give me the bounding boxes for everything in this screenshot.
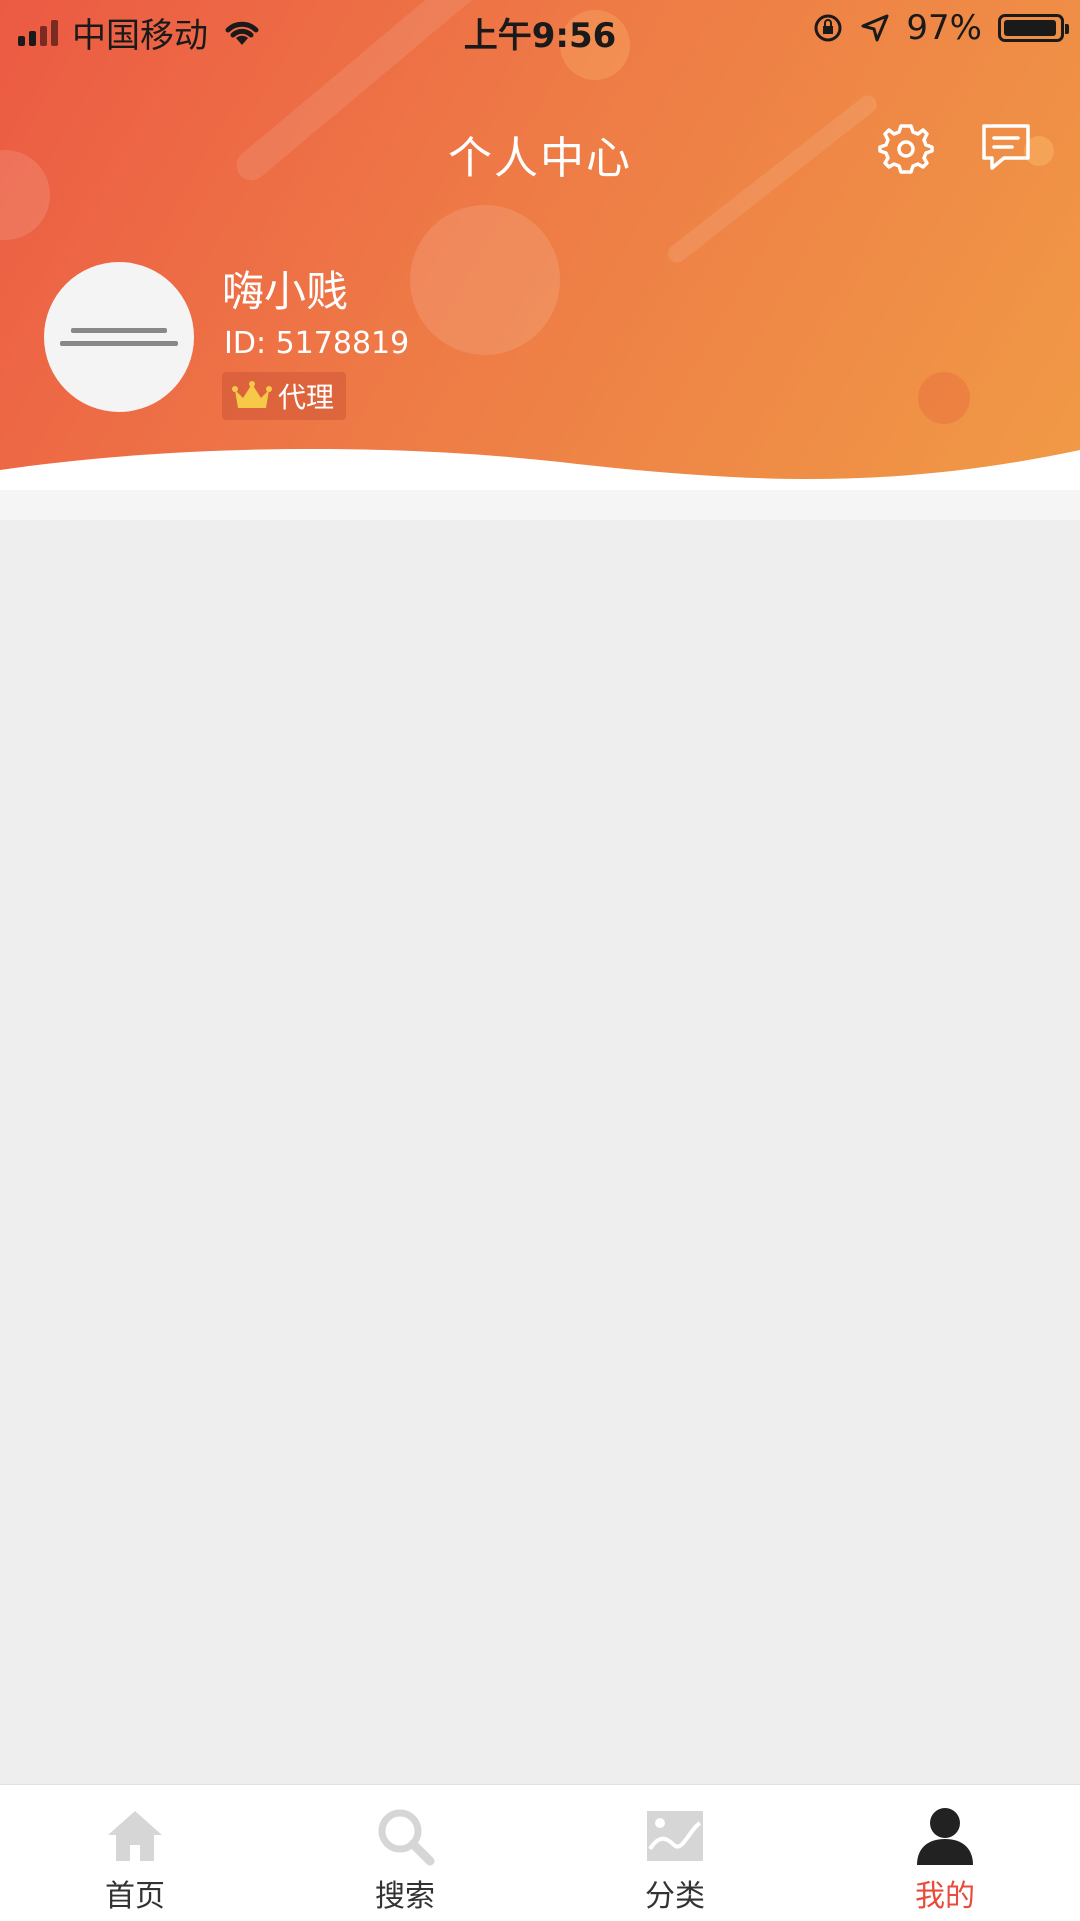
tab-category-label: 分类 [645,1879,705,1914]
role-badge: 代理 [222,372,347,420]
user-name: 嗨小贱 [222,267,349,316]
location-arrow-icon [861,14,889,42]
tab-category[interactable]: 分类 [540,1785,810,1921]
tab-home-label: 首页 [105,1879,165,1914]
avatar-graphic [71,328,167,333]
status-bar: 中国移动 上午9:56 97% [0,0,1080,60]
tab-mine[interactable]: 我的 [810,1785,1080,1921]
home-icon [108,1811,162,1861]
role-badge-label: 代理 [278,381,335,414]
avatar[interactable] [44,262,194,412]
content-divider [0,490,1080,520]
decor-bubble [918,372,970,424]
tab-search-label: 搜索 [375,1879,435,1914]
tab-search[interactable]: 搜索 [270,1785,540,1921]
crown-icon [232,381,272,408]
decor-bubble [410,205,560,355]
tab-home[interactable]: 首页 [0,1785,270,1921]
user-icon [917,1808,973,1865]
header-background [0,0,1080,490]
battery-percent: 97% [906,8,982,48]
search-icon [378,1809,435,1866]
status-right: 97% [812,8,1069,48]
header-wave [0,448,1080,490]
avatar-graphic [60,341,178,346]
message-icon[interactable] [978,120,1034,176]
battery-fill [1004,20,1057,36]
main-content [0,520,1080,1784]
battery-icon [998,14,1069,42]
tab-bar: 首页 搜索 分类 我的 [0,1784,1080,1921]
image-icon [647,1811,703,1861]
rotation-lock-icon [814,14,842,42]
gear-icon[interactable] [878,120,934,176]
tab-mine-label: 我的 [915,1879,975,1914]
user-id: ID: 5178819 [224,326,410,361]
